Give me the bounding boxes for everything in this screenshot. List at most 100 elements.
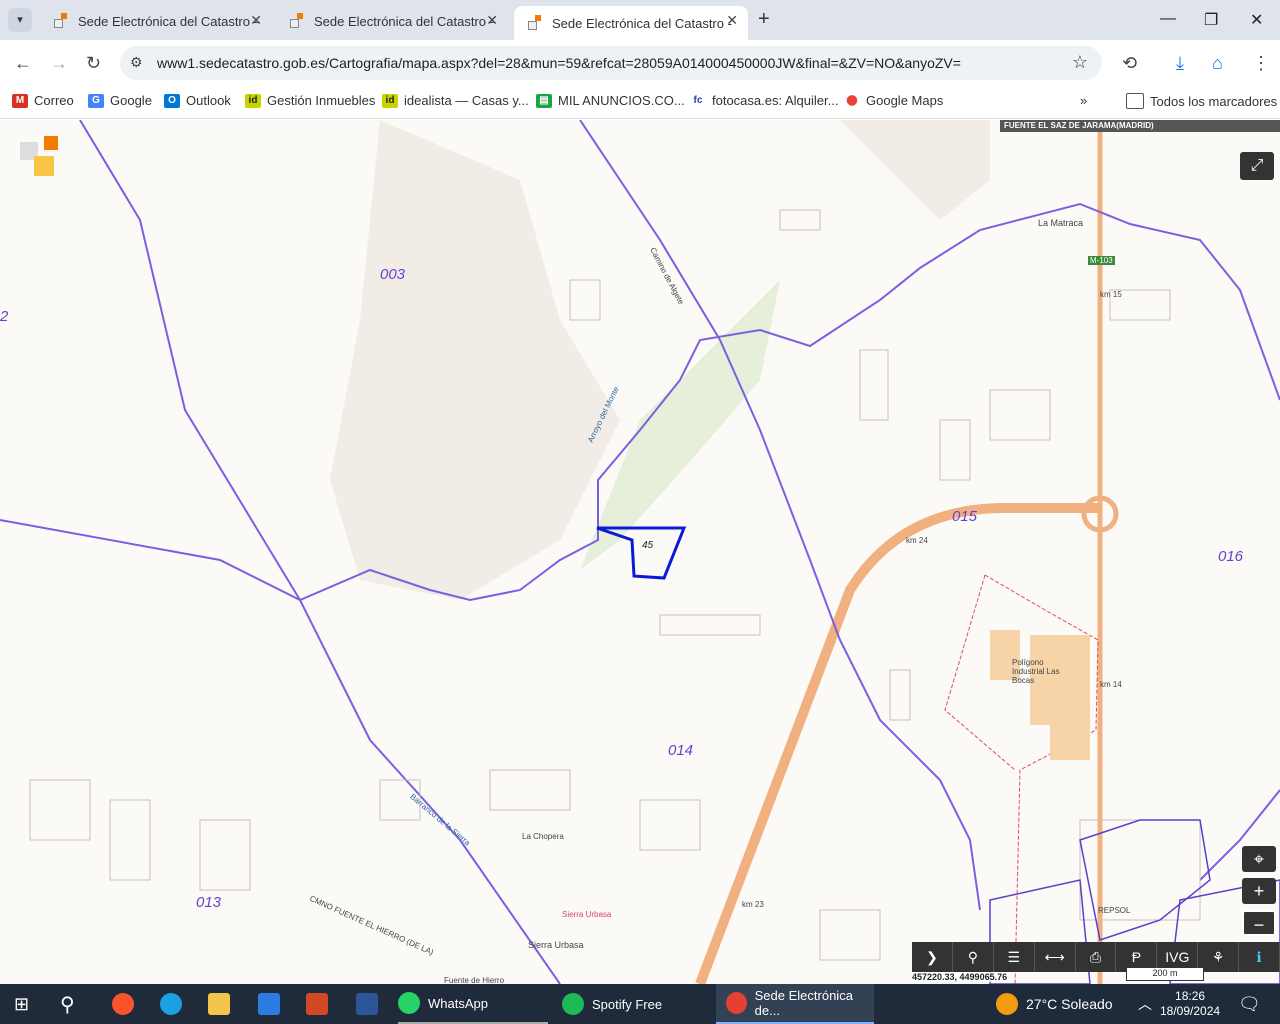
zoom-out-button[interactable]: − — [1242, 910, 1276, 936]
compare-icon[interactable]: ⚘ — [1198, 942, 1240, 972]
overflow-chevron: » — [1080, 93, 1088, 108]
info-icon[interactable]: ℹ — [1239, 942, 1280, 972]
catastro-favicon-icon — [54, 13, 70, 29]
menu-kebab-icon[interactable]: ⋮ — [1252, 53, 1270, 74]
restore-button[interactable]: ❐ — [1204, 10, 1218, 30]
polygon-boundaries — [0, 120, 1280, 984]
edge-browser-icon[interactable] — [160, 984, 182, 1024]
place-label-fuente-hierro: Fuente de Hierro — [444, 976, 505, 984]
bookmark-google-maps[interactable]: ⬤ Google Maps — [844, 93, 943, 108]
polygon-label-016: 016 — [1218, 548, 1244, 565]
tab-1[interactable]: Sede Electrónica del Catastro - ✕ — [40, 6, 272, 36]
minimize-button[interactable]: — — [1160, 10, 1176, 28]
file-explorer-icon[interactable] — [208, 984, 230, 1024]
road-label-km15: km 15 — [1100, 290, 1122, 299]
notifications-icon[interactable]: 🗨 — [1238, 984, 1261, 1024]
catastro-logo[interactable] — [18, 134, 62, 176]
tab-3-active[interactable]: Sede Electrónica del Catastro - ✕ — [514, 6, 748, 40]
close-tab-icon[interactable]: ✕ — [726, 12, 738, 29]
zoom-in-button[interactable]: + — [1242, 878, 1276, 904]
google-icon: G — [88, 93, 104, 108]
bookmark-google[interactable]: G Google — [88, 93, 152, 108]
address-bar[interactable]: ⚙ www1.sedecatastro.gob.es/Cartografia/m… — [120, 46, 1102, 80]
polygon-label-013: 013 — [196, 894, 222, 911]
bookmark-gestion-inmuebles[interactable]: id Gestión Inmuebles — [245, 93, 375, 108]
close-window-button[interactable]: ✕ — [1250, 10, 1263, 30]
taskbar-chrome-active[interactable]: Sede Electrónica de... — [716, 984, 874, 1024]
powerpoint-icon[interactable] — [306, 984, 328, 1024]
close-tab-icon[interactable]: ✕ — [250, 12, 262, 29]
search-icon[interactable]: ⚲ — [953, 942, 994, 972]
windows-start-icon[interactable]: ⊞ — [14, 984, 29, 1024]
bookmark-label: idealista — Casas y... — [404, 93, 529, 108]
bookmarks-overflow-button[interactable]: » — [1080, 93, 1087, 108]
bookmark-label: Google Maps — [866, 93, 944, 108]
print-icon[interactable]: ⎙ — [1076, 942, 1117, 972]
fotocasa-icon: fc — [690, 93, 706, 108]
home-extension-icon[interactable]: ⌂ — [1212, 53, 1223, 74]
chevron-up-icon[interactable]: ︿ — [1138, 984, 1152, 1024]
taskbar-app-label: WhatsApp — [428, 995, 488, 1011]
windows-taskbar: ⊞ ⚲ WhatsApp Spotify Free Sede Electróni… — [0, 984, 1280, 1024]
gmail-icon: M — [12, 93, 28, 108]
coordinate-readout: 457220.33, 4499065.76 — [912, 972, 1008, 982]
whatsapp-icon — [398, 992, 420, 1014]
back-button[interactable]: ← — [14, 53, 32, 74]
road-label-km23: km 23 — [742, 900, 764, 909]
map-canvas[interactable] — [0, 120, 1280, 984]
road-label-km24: km 24 — [906, 536, 928, 545]
bookmark-label: Gestión Inmuebles — [267, 93, 376, 108]
chevron-right-icon[interactable]: ❯ — [912, 942, 953, 972]
url-text[interactable]: www1.sedecatastro.gob.es/Cartografia/map… — [157, 55, 961, 71]
close-tab-icon[interactable]: ✕ — [486, 12, 498, 29]
polygon-label-edge: 2 — [0, 308, 9, 325]
industrial-buildings — [990, 630, 1090, 760]
all-bookmarks-folder[interactable]: Todos los marcadores — [1126, 93, 1277, 109]
forward-button[interactable]: → — [50, 53, 68, 74]
bookmark-label: Google — [110, 93, 152, 108]
word-icon[interactable] — [356, 984, 378, 1024]
place-label-la-chopera: La Chopera — [522, 832, 564, 841]
cadastral-map[interactable]: FUENTE EL SAZ DE JARAMA(MADRID) ⤢ 003 01… — [0, 120, 1280, 984]
polygon-label-015: 015 — [952, 508, 978, 525]
locate-icon[interactable]: ⌖ — [1242, 846, 1276, 872]
site-info-icon[interactable]: ⚙ — [130, 54, 143, 71]
brave-browser-icon[interactable] — [112, 984, 134, 1024]
scanner-app-icon[interactable] — [258, 984, 280, 1024]
parcel-number-label[interactable]: 45 — [642, 540, 653, 551]
place-label-poligono-industrial: Polígono Industrial Las Bocas — [1012, 658, 1060, 685]
download-icon[interactable]: ⤓ — [1176, 53, 1184, 74]
bookmark-correo[interactable]: M Correo — [12, 93, 74, 108]
polygon-label-014: 014 — [668, 742, 694, 759]
highway-m103 — [695, 503, 1100, 984]
bookmark-idealista[interactable]: id idealista — Casas y... — [382, 93, 529, 108]
measure-icon[interactable]: ⟷ — [1035, 942, 1076, 972]
road-label-m103: M-103 — [1088, 256, 1115, 265]
clock-date: 18/09/2024 — [1160, 1004, 1221, 1018]
terrain-hill-shading — [330, 120, 620, 600]
tab-2[interactable]: Sede Electrónica del Catastro - ✕ — [276, 6, 508, 36]
history-icon[interactable]: ⟲ — [1122, 53, 1137, 74]
bookmark-outlook[interactable]: O Outlook — [164, 93, 231, 108]
tab-search-button[interactable]: ▾ — [8, 8, 32, 32]
layers-icon[interactable]: ☰ — [994, 942, 1035, 972]
new-tab-button[interactable]: + — [758, 8, 770, 31]
clock-time: 18:26 — [1175, 989, 1206, 1003]
spotify-icon — [562, 993, 584, 1015]
taskbar-app-label: Sede Electrónica de... — [754, 988, 853, 1018]
bookmark-milanuncios[interactable]: ▤ MIL ANUNCIOS.CO... — [536, 93, 685, 108]
weather-widget[interactable]: 27°C Soleado — [996, 984, 1113, 1024]
browser-toolbar: ← → ↻ ⚙ www1.sedecatastro.gob.es/Cartogr… — [0, 40, 1280, 86]
place-label-la-matraca: La Matraca — [1038, 218, 1084, 228]
reload-button[interactable]: ↻ — [86, 53, 101, 74]
chrome-icon — [726, 992, 747, 1014]
taskbar-whatsapp[interactable]: WhatsApp — [398, 984, 548, 1024]
fullscreen-icon[interactable]: ⤢ — [1240, 152, 1274, 180]
taskbar-spotify[interactable]: Spotify Free — [562, 984, 712, 1024]
bookmark-star-icon[interactable]: ☆ — [1072, 52, 1088, 73]
clock[interactable]: 18:26 18/09/2024 — [1160, 984, 1220, 1024]
road-label-km14: km 14 — [1100, 680, 1122, 689]
bookmark-fotocasa[interactable]: fc fotocasa.es: Alquiler... — [690, 93, 838, 108]
search-icon[interactable]: ⚲ — [60, 984, 75, 1024]
idealista-icon: id — [382, 93, 398, 108]
